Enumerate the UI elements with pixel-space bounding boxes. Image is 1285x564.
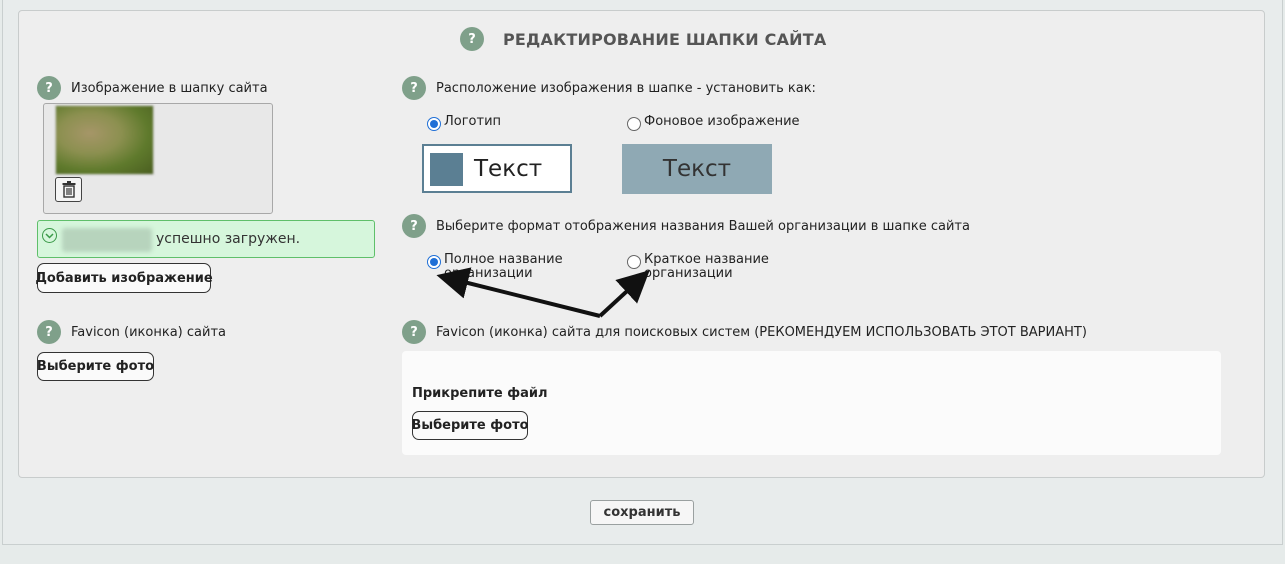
radio-logo-label: Логотип — [444, 114, 502, 129]
placement-label: Расположение изображения в шапке - устан… — [436, 81, 816, 96]
upload-success-alert: успешно загружен. — [37, 220, 375, 258]
radio-full-name-label: Полное название организации — [444, 252, 563, 281]
trash-icon — [62, 181, 75, 198]
delete-image-button[interactable] — [55, 177, 82, 202]
help-icon[interactable]: ? — [460, 27, 484, 51]
attach-file-label: Прикрепите файл — [412, 386, 548, 401]
logo-preview-text: Текст — [474, 156, 543, 182]
header-image-label: Изображение в шапку сайта — [71, 81, 268, 96]
help-icon[interactable]: ? — [402, 320, 426, 344]
favicon-search-upload-area: Прикрепите файл — [402, 351, 1221, 455]
background-placement-preview: Текст — [622, 144, 772, 194]
favicon-search-choose-photo-button[interactable]: Выберите фото — [411, 411, 529, 440]
favicon-choose-photo-button[interactable]: Выберите фото — [37, 352, 154, 381]
logo-square-icon — [430, 153, 463, 186]
header-image-preview-box — [43, 103, 273, 214]
logo-placement-preview: Текст — [422, 144, 572, 193]
favicon-search-label: Favicon (иконка) сайта для поисковых сис… — [436, 325, 1087, 340]
help-icon[interactable]: ? — [402, 214, 426, 238]
background-preview-text: Текст — [662, 156, 732, 182]
radio-background-image[interactable] — [627, 117, 641, 131]
radio-short-name[interactable] — [627, 255, 641, 269]
radio-full-name[interactable] — [427, 255, 441, 269]
page-title: РЕДАКТИРОВАНИЕ ШАПКИ САЙТА — [503, 30, 827, 49]
header-image-thumbnail — [55, 105, 154, 175]
help-icon[interactable]: ? — [402, 76, 426, 100]
chevron-down-circle-icon[interactable] — [42, 228, 57, 243]
radio-short-name-label: Краткое название организации — [644, 252, 769, 281]
save-button[interactable]: сохранить — [590, 500, 694, 525]
add-image-button[interactable]: Добавить изображение — [35, 263, 213, 293]
upload-success-message: успешно загружен. — [156, 231, 301, 247]
radio-logo[interactable] — [427, 117, 441, 131]
radio-background-image-label: Фоновое изображение — [644, 114, 800, 129]
name-format-label: Выберите формат отображения названия Ваш… — [436, 219, 970, 234]
help-icon[interactable]: ? — [37, 76, 61, 100]
help-icon[interactable]: ? — [37, 320, 61, 344]
favicon-label: Favicon (иконка) сайта — [71, 325, 226, 340]
uploaded-file-name-redacted — [62, 228, 152, 252]
